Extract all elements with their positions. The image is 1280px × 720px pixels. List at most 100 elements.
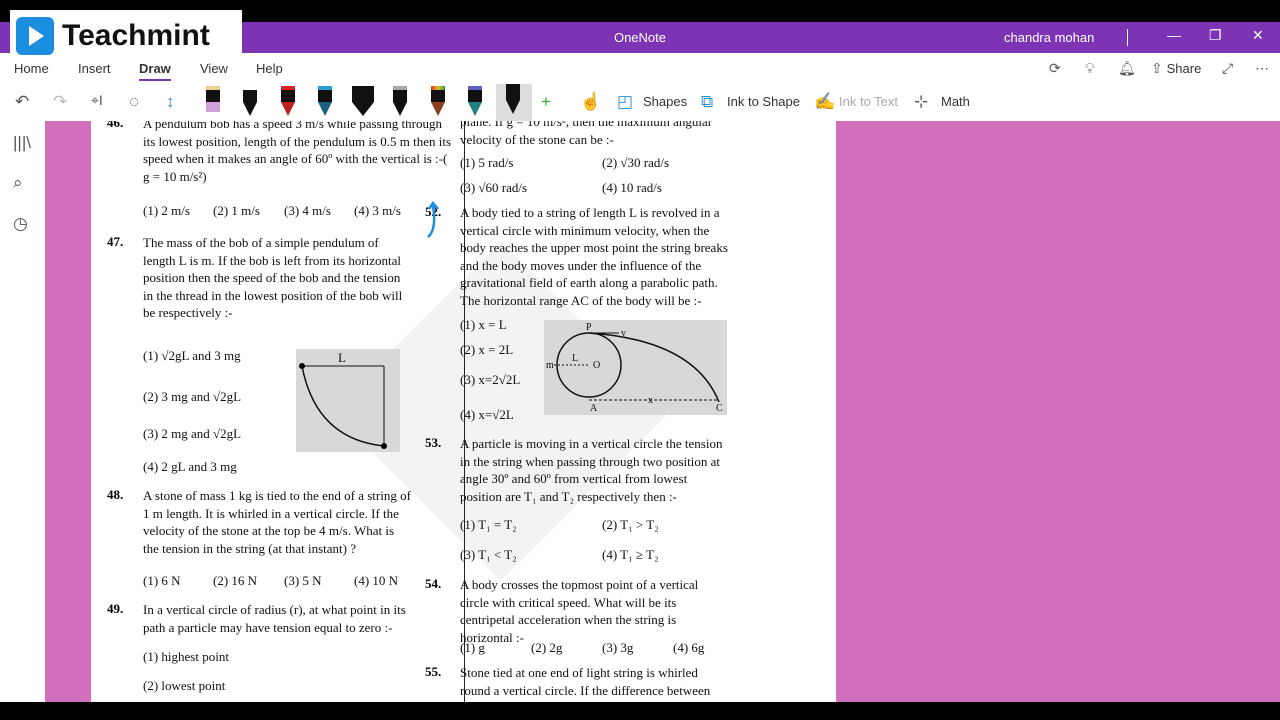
touch-draw-icon[interactable]: ☝ [580,92,601,112]
question-47-text: The mass of the bob of a simple pendulum… [143,235,403,320]
option: (1) 6 N [143,573,181,588]
pen-white[interactable] [240,86,260,118]
question-number: 54. [425,576,442,591]
note-canvas[interactable]: 46. A pendulum bob has a speed 3 m/s whi… [45,121,1280,702]
tab-home[interactable]: Home [14,61,49,76]
question-51-text: plane. If g = 10 m/s², then the maximum … [460,121,713,147]
figure-label: v [621,328,626,339]
expand-icon[interactable]: ⤢ [1222,60,1233,77]
figure-label: O [593,360,601,371]
option: (4) 2 gL and 3 mg [143,459,237,474]
option: (3) √60 rad/s [460,180,528,195]
lasso-icon[interactable]: ◌ [129,92,139,112]
notebooks-icon[interactable]: |||\ [13,133,31,153]
highlighter-pen[interactable] [203,86,223,118]
vertical-circle-figure: P v L O m A x C [544,320,727,415]
bell-icon[interactable]: 🔔︎ [1118,60,1136,77]
question-number: 53. [425,435,442,450]
tab-view[interactable]: View [200,61,228,76]
add-pen-icon[interactable]: + [541,92,551,112]
search-icon[interactable]: ⌕ [13,173,23,193]
option: (3) T₁ < T₂ [460,547,517,562]
close-icon[interactable]: ✕ [1252,27,1264,44]
minimize-icon[interactable]: — [1167,27,1181,43]
question-55-text: Stone tied at one end of light string is… [460,665,711,702]
add-space-icon[interactable]: ↕ [166,92,175,112]
figure-label: m [546,360,554,371]
option: (2) √30 rad/s [602,155,670,170]
question-number: 49. [107,601,124,616]
more-icon[interactable]: ⋯ [1255,60,1269,77]
option: (1) T₁ = T₂ [460,517,517,532]
pen-red[interactable] [278,86,298,118]
restore-icon[interactable]: ❐ [1209,27,1222,44]
figure-label: L [338,350,346,365]
option: (2) T₁ > T₂ [602,517,659,532]
document-page: 46. A pendulum bob has a speed 3 m/s whi… [91,121,836,702]
pen-rainbow[interactable] [428,86,448,118]
pendulum-figure: L [296,349,400,452]
figure-label: P [586,322,592,333]
tab-insert[interactable]: Insert [78,61,111,76]
option: (4) 10 N [354,573,399,588]
option: (4) T₁ ≥ T₂ [602,547,659,562]
share-label: Share [1166,61,1202,76]
question-53-text: A particle is moving in a vertical circl… [460,436,723,504]
option: (2) 3 mg and √2gL [143,389,242,404]
option: (2) x = 2L [460,342,514,357]
recent-icon[interactable]: ◷ [13,214,28,234]
figure-label: x [648,395,653,406]
draw-toolbar: ↶ ↷ ⌖I ◌ ↕ + ☝ ◰ Shapes ⧉ Ink to Shape ✍… [0,84,1280,121]
shapes-icon: ◰ [617,92,634,111]
logo-text: Teachmint [62,19,210,52]
option: (2) 2g [531,640,563,655]
redo-icon[interactable]: ↷ [53,92,67,112]
option: (2) 16 N [213,573,258,588]
ink-to-shape-button[interactable]: Ink to Shape [727,94,800,109]
user-name[interactable]: chandra mohan [1004,30,1094,45]
divider [1127,29,1128,46]
share-icon: ⇪ [1151,60,1163,76]
figure-label: A [590,403,598,414]
pen-black-selected[interactable] [496,84,532,121]
pen-blue[interactable] [315,86,335,118]
pen-ocean[interactable] [465,86,485,118]
bottom-bar [0,702,1280,720]
tab-draw[interactable]: Draw [139,61,171,81]
pendulum-diagram [299,363,387,449]
left-nav-rail: |||\ ⌕ ◷ [0,121,45,702]
shapes-button[interactable]: Shapes [643,94,687,109]
question-48-text: A stone of mass 1 kg is tied to the end … [143,488,411,556]
ink-to-text-icon: ✍ [814,92,836,111]
tab-help[interactable]: Help [256,61,283,76]
option: (2) 1 m/s [213,203,260,218]
math-button[interactable]: Math [941,94,970,109]
lasso-select-icon[interactable]: ⌖I [91,92,103,109]
highlighter-white[interactable] [352,86,374,118]
option: (4) 6g [673,640,705,655]
option: (3) 2 mg and √2gL [143,426,242,441]
option: (2) lowest point [143,678,226,693]
share-button[interactable]: ⇪ Share [1151,60,1201,77]
question-52-text: A body tied to a string of length L is r… [460,205,728,308]
question-number: 47. [107,234,124,249]
sync-icon[interactable]: ⟳ [1049,60,1061,77]
option: (3) x=2√2L [460,372,521,387]
question-number: 46. [107,121,124,130]
option: (1) g [460,640,485,655]
projectile-diagram [554,332,720,403]
undo-icon[interactable]: ↶ [15,92,29,112]
pen-galaxy[interactable] [390,86,410,118]
question-number: 55. [425,664,442,679]
option: (1) 5 rad/s [460,155,514,170]
question-49-text: In a vertical circle of radius (r), at w… [143,602,406,635]
option: (1) 2 m/s [143,203,190,218]
option: (3) 4 m/s [284,203,331,218]
ink-to-text-button[interactable]: Ink to Text [839,94,898,109]
option: (1) highest point [143,649,229,664]
lightbulb-icon[interactable]: 💡︎ [1085,60,1095,77]
question-number: 48. [107,487,124,502]
ink-stroke [427,201,439,238]
ink-to-shape-icon: ⧉ [701,92,714,111]
option: (1) x = L [460,317,507,332]
